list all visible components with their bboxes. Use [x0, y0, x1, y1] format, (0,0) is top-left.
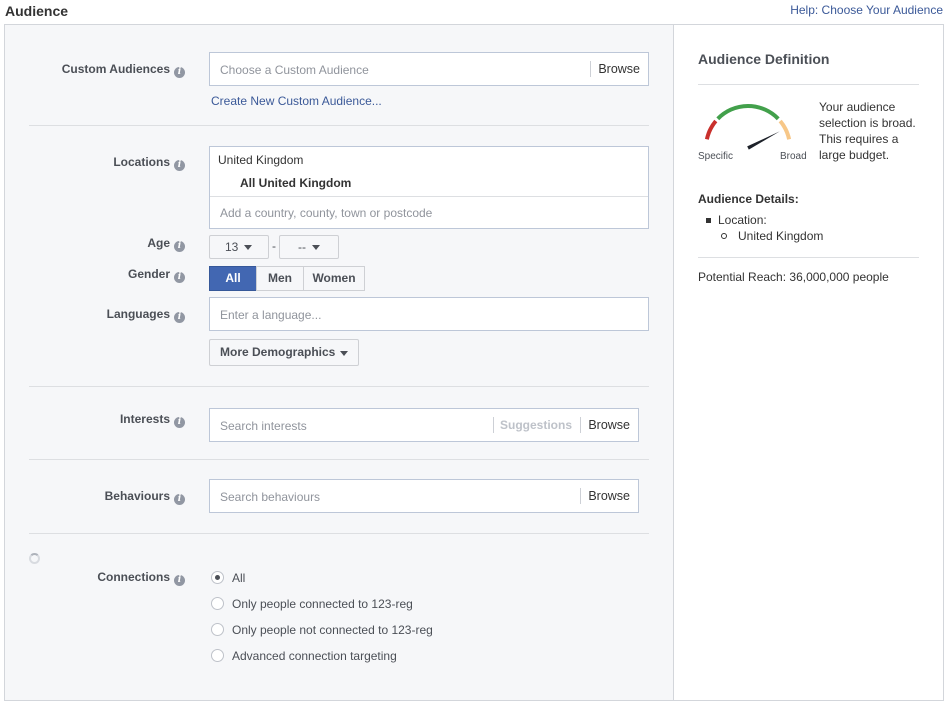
- bullet-icon: [721, 233, 727, 239]
- audience-details-title: Audience Details:: [698, 192, 799, 206]
- info-icon[interactable]: i: [174, 241, 185, 252]
- custom-audiences-label-text: Custom Audiences: [61, 62, 170, 76]
- connections-label: Connections i: [5, 570, 185, 586]
- info-icon[interactable]: i: [174, 575, 185, 586]
- age-max-value: --: [298, 240, 306, 254]
- radio[interactable]: [211, 649, 224, 662]
- connection-option-label: Only people connected to 123-reg: [232, 597, 413, 611]
- chevron-down-icon: [312, 245, 320, 250]
- interests-label-text: Interests: [119, 412, 170, 426]
- gender-men-button[interactable]: Men: [256, 266, 304, 291]
- location-country: United Kingdom: [218, 153, 304, 167]
- custom-audience-input[interactable]: Choose a Custom Audience Browse: [209, 52, 649, 86]
- gauge-specific-arc: [704, 119, 718, 140]
- divider: [29, 533, 649, 534]
- bullet-icon: [706, 218, 711, 223]
- interests-label: Interests i: [5, 412, 185, 428]
- info-icon[interactable]: i: [174, 494, 185, 505]
- potential-reach: Potential Reach: 36,000,000 people: [698, 270, 889, 284]
- interests-placeholder: Search interests: [220, 419, 307, 433]
- language-placeholder: Enter a language...: [220, 308, 322, 322]
- audience-gauge: Specific Broad: [698, 104, 807, 162]
- audience-panel: Custom Audiences i Choose a Custom Audien…: [4, 24, 944, 701]
- chevron-down-icon: [340, 351, 348, 356]
- locations-label-text: Locations: [113, 155, 170, 169]
- info-icon[interactable]: i: [174, 160, 185, 171]
- section-title: Audience: [5, 3, 69, 19]
- languages-label: Languages i: [5, 307, 185, 323]
- divider: [210, 196, 648, 197]
- audience-definition-title: Audience Definition: [698, 51, 830, 67]
- age-label: Age i: [5, 236, 185, 252]
- more-demographics-label: More Demographics: [220, 345, 336, 359]
- custom-audience-placeholder: Choose a Custom Audience: [220, 63, 369, 77]
- gauge-broad-arc: [778, 119, 792, 140]
- divider: [698, 84, 919, 85]
- audience-form: Custom Audiences i Choose a Custom Audien…: [5, 25, 673, 700]
- help-link[interactable]: Help: Choose Your Audience: [790, 3, 943, 17]
- behaviours-placeholder: Search behaviours: [220, 490, 321, 504]
- audience-description: Your audience selection is broad. This r…: [819, 100, 916, 162]
- gauge-specific-label: Specific: [698, 151, 733, 162]
- locations-label: Locations i: [5, 155, 185, 171]
- radio-selected[interactable]: [211, 571, 224, 584]
- gauge-needle: [747, 131, 780, 150]
- info-icon[interactable]: i: [174, 417, 185, 428]
- info-icon[interactable]: i: [174, 312, 185, 323]
- more-demographics-button[interactable]: More Demographics: [209, 339, 359, 366]
- behaviours-browse-button[interactable]: Browse: [580, 480, 638, 512]
- location-input[interactable]: Add a country, county, town or postcode: [220, 206, 432, 220]
- info-icon[interactable]: i: [174, 67, 185, 78]
- connection-option-label: All: [232, 571, 246, 585]
- connections-label-text: Connections: [97, 570, 170, 584]
- age-label-text: Age: [147, 236, 170, 250]
- divider: [698, 257, 919, 258]
- language-input[interactable]: Enter a language...: [209, 297, 649, 331]
- create-custom-audience-link[interactable]: Create New Custom Audience...: [211, 94, 382, 108]
- age-min-value: 13: [225, 240, 239, 254]
- audience-detail-key: Location:: [718, 213, 767, 227]
- languages-label-text: Languages: [106, 307, 170, 321]
- behaviours-label-text: Behaviours: [104, 489, 170, 503]
- age-min-select[interactable]: 13: [209, 235, 269, 259]
- locations-box: United Kingdom All United Kingdom Add a …: [209, 146, 649, 229]
- chevron-down-icon: [244, 245, 252, 250]
- interests-browse-button[interactable]: Browse: [580, 409, 638, 441]
- custom-audiences-label: Custom Audiences i: [5, 62, 185, 78]
- gender-all-button[interactable]: All: [209, 266, 257, 291]
- radio[interactable]: [211, 623, 224, 636]
- gauge-mid-arc: [716, 104, 780, 121]
- audience-definition-panel: Audience Definition Specific Broad Your …: [673, 25, 943, 700]
- age-max-select[interactable]: --: [279, 235, 339, 259]
- audience-detail-value: United Kingdom: [738, 229, 824, 243]
- divider: [29, 386, 649, 387]
- custom-audience-browse-button[interactable]: Browse: [590, 53, 648, 85]
- connection-option-label: Advanced connection targeting: [232, 649, 397, 663]
- gender-women-button[interactable]: Women: [303, 266, 365, 291]
- section-header: Audience Help: Choose Your Audience: [0, 0, 947, 24]
- divider: [29, 459, 649, 460]
- age-separator: -: [272, 239, 276, 253]
- connection-option-label: Only people not connected to 123-reg: [232, 623, 433, 637]
- behaviours-input[interactable]: Search behaviours Browse: [209, 479, 639, 513]
- gender-label: Gender i: [5, 267, 185, 283]
- info-icon[interactable]: i: [174, 272, 185, 283]
- behaviours-label: Behaviours i: [5, 489, 185, 505]
- interests-suggestions-button[interactable]: Suggestions: [493, 409, 579, 441]
- loading-spinner-icon: [29, 553, 40, 564]
- gender-label-text: Gender: [127, 267, 170, 281]
- gauge-broad-label: Broad: [780, 151, 807, 162]
- radio[interactable]: [211, 597, 224, 610]
- location-scope[interactable]: All United Kingdom: [240, 176, 351, 190]
- interests-input[interactable]: Search interests Suggestions Browse: [209, 408, 639, 442]
- divider: [29, 125, 649, 126]
